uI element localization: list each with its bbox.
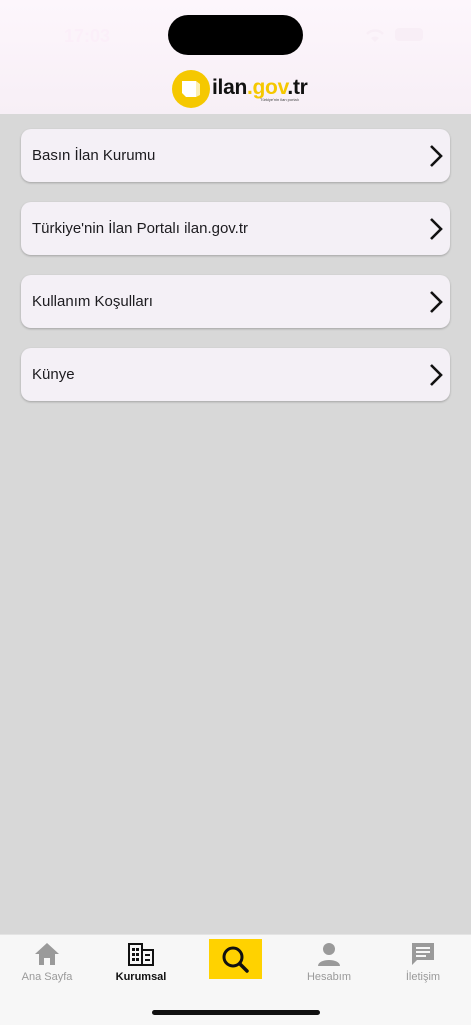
battery-icon (395, 28, 423, 41)
menu-item-label: Kullanım Koşulları (32, 293, 153, 310)
chevron-right-icon (430, 364, 443, 386)
nav-item-ana-sayfa[interactable]: Ana Sayfa (0, 935, 94, 995)
nav-label: İletişim (405, 971, 441, 983)
nav-item-kurumsal[interactable]: Kurumsal (94, 935, 188, 995)
logo-tagline: Türkiye'nin ilan portalı (260, 97, 299, 102)
nav-label: Ana Sayfa (21, 971, 73, 983)
search-button[interactable] (209, 939, 262, 979)
building-icon (128, 943, 154, 966)
home-icon (35, 943, 59, 965)
app-header: 17:03 ilan.gov.tr Türkiye'nin ilan porta… (0, 0, 471, 114)
menu-list: Basın İlan Kurumu Türkiye'nin İlan Porta… (21, 129, 450, 421)
nav-label: Kurumsal (115, 971, 167, 983)
ilan-gov-tr-logo: ilan.gov.tr Türkiye'nin ilan portalı (172, 70, 308, 110)
person-icon (318, 943, 340, 966)
menu-item-label: Basın İlan Kurumu (32, 147, 156, 164)
menu-item-label: Künye (32, 366, 75, 383)
nav-label: Hesabım (306, 971, 352, 983)
menu-item-kullanim-kosullari[interactable]: Kullanım Koşulları (21, 275, 450, 328)
nav-item-hesabim[interactable]: Hesabım (282, 935, 376, 995)
chevron-right-icon (430, 291, 443, 313)
wifi-icon (366, 29, 384, 42)
menu-item-label: Türkiye'nin İlan Portalı ilan.gov.tr (32, 220, 249, 237)
nav-item-iletisim[interactable]: İletişim (376, 935, 470, 995)
search-icon (222, 946, 249, 973)
menu-item-ilan-portali[interactable]: Türkiye'nin İlan Portalı ilan.gov.tr (21, 202, 450, 255)
newspaper-icon (182, 81, 200, 97)
chat-icon (412, 943, 434, 965)
dynamic-island (168, 15, 303, 55)
menu-item-kunye[interactable]: Künye (21, 348, 450, 401)
home-indicator[interactable] (152, 1010, 320, 1015)
logo-mark (172, 70, 210, 108)
chevron-right-icon (430, 218, 443, 240)
menu-item-basin-ilan-kurumu[interactable]: Basın İlan Kurumu (21, 129, 450, 182)
chevron-right-icon (430, 145, 443, 167)
status-time: 17:03 (64, 26, 111, 46)
